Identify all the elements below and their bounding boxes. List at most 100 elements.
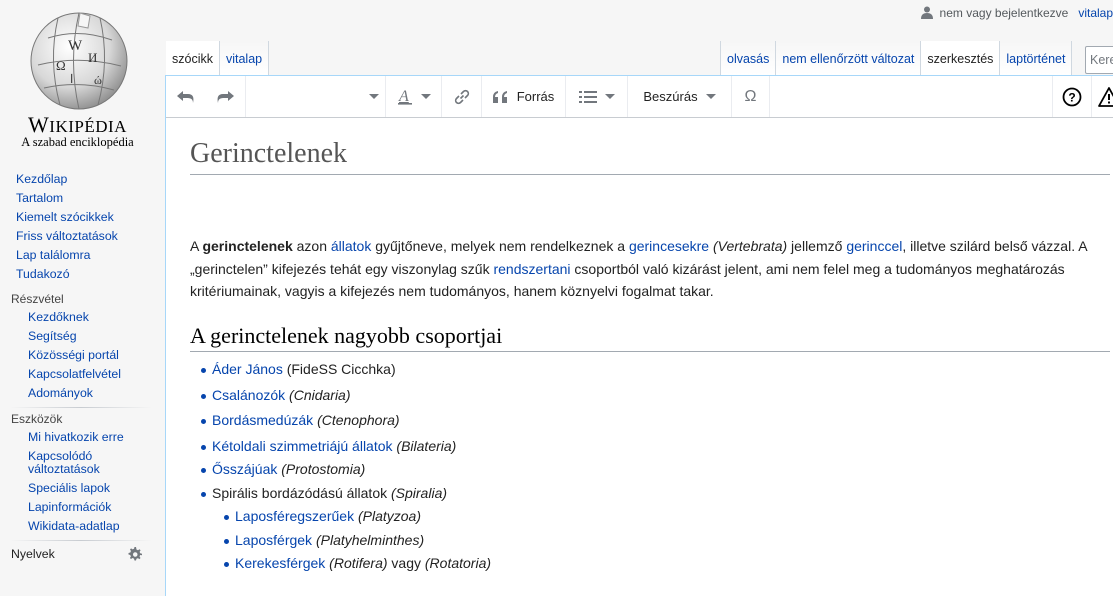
- list-item-nested: Laposférgek (Platyhelminthes): [190, 529, 491, 553]
- puzzle-globe-icon: W И Ω ا ώ: [30, 12, 128, 110]
- sidebar-heading-languages: Nyelvek: [11, 547, 55, 561]
- personal-tools: nem vagy bejelentkezve vitalap: [921, 6, 1113, 20]
- special-character-button[interactable]: Ω: [732, 76, 770, 117]
- list-item: Áder János (FideSS Cicchka): [190, 358, 491, 382]
- list-item-nested: Laposféregszerűek (Platyzoa): [190, 505, 491, 529]
- list-item: Csalánozók (Cnidaria): [190, 384, 491, 408]
- sidebar-participation: Részvétel Kezdőknek Segítség Közösségi p…: [0, 290, 160, 403]
- list-item-link[interactable]: Laposférgek: [235, 532, 312, 548]
- list-item: Spirális bordázódású állatok (Spiralia): [190, 482, 491, 506]
- list-item: Kétoldali szimmetriájú állatok (Bilateri…: [190, 435, 491, 459]
- tab-read[interactable]: olvasás: [720, 41, 777, 75]
- text-style-icon: A: [397, 88, 412, 105]
- sidebar-item-what-links-here[interactable]: Mi hivatkozik erre: [28, 430, 124, 444]
- search-input[interactable]: Keresés: [1085, 46, 1113, 74]
- chevron-down-icon: [420, 94, 431, 99]
- sidebar-item-random[interactable]: Lap találomra: [16, 248, 91, 262]
- help-button[interactable]: ?: [1052, 76, 1092, 117]
- list-item-link[interactable]: Bordásmedúzák: [212, 412, 313, 428]
- paragraph-format-dropdown[interactable]: [246, 76, 386, 117]
- group-list: Áder János (FideSS Cicchka) Csalánozók (…: [190, 358, 491, 576]
- sidebar-navigation: Kezdőlap Tartalom Kiemelt szócikkek Fris…: [0, 170, 160, 284]
- sidebar-item-featured[interactable]: Kiemelt szócikkek: [16, 210, 114, 224]
- undo-icon: [176, 90, 194, 103]
- sidebar-item-beginners[interactable]: Kezdőknek: [28, 310, 89, 324]
- tab-history[interactable]: laptörténet: [1000, 41, 1073, 75]
- sidebar-item-community-portal[interactable]: Közösségi portál: [28, 348, 119, 362]
- list-item-link[interactable]: Ősszájúak: [212, 461, 277, 477]
- sidebar-item-contents[interactable]: Tartalom: [16, 191, 63, 205]
- tab-article[interactable]: szócikk: [166, 41, 220, 75]
- chevron-down-icon: [705, 94, 716, 99]
- talk-link[interactable]: vitalap: [1078, 6, 1113, 20]
- view-tabs: olvasás nem ellenőrzött változat szerkes…: [720, 41, 1073, 75]
- chevron-down-icon: [604, 94, 615, 99]
- tab-talk[interactable]: vitalap: [219, 41, 270, 75]
- notices-button[interactable]: [1092, 76, 1113, 117]
- undo-button[interactable]: [166, 76, 206, 117]
- sidebar-heading-participation: Részvétel: [11, 292, 64, 306]
- tab-unreviewed-version[interactable]: nem ellenőrzött változat: [776, 41, 922, 75]
- list-dropdown[interactable]: [566, 76, 628, 117]
- sidebar-item-main-page[interactable]: Kezdőlap: [16, 172, 67, 186]
- quote-icon: [492, 90, 507, 103]
- tab-edit[interactable]: szerkesztés: [921, 41, 1001, 75]
- list-item-link[interactable]: Kerekesférgek: [235, 555, 325, 571]
- redo-button[interactable]: [206, 76, 246, 117]
- sidebar-item-related-changes[interactable]: Kapcsolódó változtatások: [28, 449, 100, 476]
- svg-text:ώ: ώ: [94, 73, 102, 87]
- sidebar-item-contact[interactable]: Kapcsolatfelvétel: [28, 367, 121, 381]
- sidebar-divider: [10, 540, 152, 541]
- svg-text:A: A: [398, 88, 409, 105]
- sidebar-item-page-info[interactable]: Lapinformációk: [28, 500, 111, 514]
- sidebar-item-help[interactable]: Segítség: [28, 329, 77, 343]
- namespace-tabs: szócikk vitalap: [166, 41, 270, 75]
- svg-text:W: W: [68, 38, 83, 54]
- alert-icon: [1098, 86, 1113, 107]
- insert-dropdown[interactable]: Beszúrás: [628, 76, 732, 117]
- omega-icon: Ω: [744, 87, 757, 105]
- sidebar-item-recent-changes[interactable]: Friss változtatások: [16, 229, 118, 243]
- sidebar-item-wikidata[interactable]: Wikidata-adatlap: [28, 519, 120, 533]
- intro-paragraph: A gerinctelenek azon állatok gyűjtőneve,…: [190, 238, 1087, 299]
- sidebar: Kezdőlap Tartalom Kiemelt szócikkek Fris…: [0, 170, 160, 565]
- chevron-down-icon: [369, 94, 379, 99]
- insert-label: Beszúrás: [643, 89, 698, 104]
- visual-editor-toolbar: A Forrás Beszúrás Ω ?: [166, 76, 1113, 118]
- bold-term: gerinctelenek: [202, 238, 293, 254]
- link-spine[interactable]: gerinccel: [846, 238, 902, 254]
- sidebar-item-help-desk[interactable]: Tudakozó: [16, 267, 70, 281]
- link-icon: [454, 89, 469, 104]
- list-item: Ősszájúak (Protostomia): [190, 458, 491, 482]
- list-item-link[interactable]: Áder János: [212, 361, 283, 377]
- svg-text:?: ?: [1068, 90, 1075, 104]
- content-area: A Forrás Beszúrás Ω ? Gerinctelenek A ge…: [165, 75, 1113, 596]
- sidebar-heading-tools: Eszközök: [11, 412, 63, 426]
- list-item: Bordásmedúzák (Ctenophora): [190, 409, 491, 433]
- svg-text:ا: ا: [70, 72, 73, 86]
- wikipedia-logo[interactable]: W И Ω ا ώ WIKIPÉDIA A szabad enciklopédi…: [0, 0, 160, 160]
- text-style-dropdown[interactable]: A: [386, 76, 442, 117]
- bullet-list-icon: [578, 90, 597, 103]
- link-animals[interactable]: állatok: [331, 238, 371, 254]
- link-taxonomy[interactable]: rendszertani: [493, 261, 570, 277]
- history-group: [166, 76, 246, 117]
- link-vertebrates[interactable]: gerincesekre: [629, 238, 709, 254]
- list-item-link[interactable]: Laposféregszerűek: [235, 508, 354, 524]
- redo-icon: [217, 90, 235, 103]
- list-item-link[interactable]: Kétoldali szimmetriájú állatok: [212, 438, 393, 454]
- svg-text:Ω: Ω: [56, 58, 66, 73]
- sidebar-divider: [10, 407, 152, 408]
- link-button[interactable]: [442, 76, 482, 117]
- cite-button[interactable]: Forrás: [482, 76, 566, 117]
- list-item-nested: Kerekesférgek (Rotifera) vagy (Rotatoria…: [190, 552, 491, 576]
- sidebar-item-donations[interactable]: Adományok: [28, 386, 93, 400]
- sidebar-item-special-pages[interactable]: Speciális lapok: [28, 481, 110, 495]
- sidebar-tools: Eszközök Mi hivatkozik erre Kapcsolódó v…: [0, 410, 160, 536]
- gear-icon[interactable]: [127, 546, 142, 562]
- list-item-link[interactable]: Csalánozók: [212, 387, 285, 403]
- svg-text:И: И: [88, 50, 97, 65]
- section-heading: A gerinctelenek nagyobb csoportjai: [190, 323, 503, 348]
- not-logged-in-label: nem vagy bejelentkezve: [939, 6, 1069, 20]
- title-divider: [190, 174, 1110, 175]
